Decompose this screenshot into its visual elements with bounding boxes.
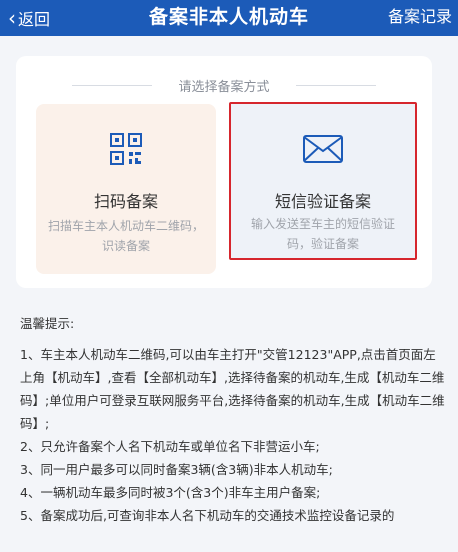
tip-item: 3、同一用户最多可以同时备案3辆(含3辆)非本人机动车; bbox=[20, 462, 333, 477]
tip-item: 5、备案成功后,可查询非本人名下机动车的交通技术监控设备记录的 bbox=[20, 508, 395, 523]
nav-bar: ‹ 返回 备案非本人机动车 备案记录 bbox=[0, 0, 458, 36]
scan-filing-title: 扫码备案 bbox=[93, 192, 158, 211]
filing-method-card: 请选择备案方式 扫码备案 扫描车主本人机动车二维码，识读备案 短信验证备案 输入… bbox=[16, 56, 432, 288]
divider bbox=[295, 85, 376, 86]
select-hint: 请选择备案方式 bbox=[16, 76, 432, 95]
select-hint-text: 请选择备案方式 bbox=[178, 80, 270, 95]
tip-item: 2、只允许备案个人名下机动车或单位名下非营运小车; bbox=[20, 439, 320, 454]
qr-code-icon bbox=[36, 132, 216, 166]
tips-title: 温馨提示: bbox=[20, 316, 75, 331]
scan-filing-desc: 扫描车主本人机动车二维码，识读备案 bbox=[48, 219, 205, 253]
divider bbox=[72, 85, 153, 86]
envelope-icon bbox=[231, 134, 415, 168]
scan-filing-option[interactable]: 扫码备案 扫描车主本人机动车二维码，识读备案 bbox=[36, 104, 216, 274]
filing-records-link[interactable]: 备案记录 bbox=[388, 0, 452, 36]
tips-section: 温馨提示: 1、车主本人机动车二维码,可以由车主打开"交管12123"APP,点… bbox=[20, 312, 448, 527]
tip-item: 4、一辆机动车最多同时被3个(含3个)非车主用户备案; bbox=[20, 485, 321, 500]
sms-filing-desc: 输入发送至车主的短信验证码，验证备案 bbox=[250, 217, 395, 251]
sms-filing-title: 短信验证备案 bbox=[274, 192, 371, 211]
sms-filing-option[interactable]: 短信验证备案 输入发送至车主的短信验证码，验证备案 bbox=[229, 102, 417, 260]
tip-item: 1、车主本人机动车二维码,可以由车主打开"交管12123"APP,点击首页面左上… bbox=[20, 347, 445, 431]
